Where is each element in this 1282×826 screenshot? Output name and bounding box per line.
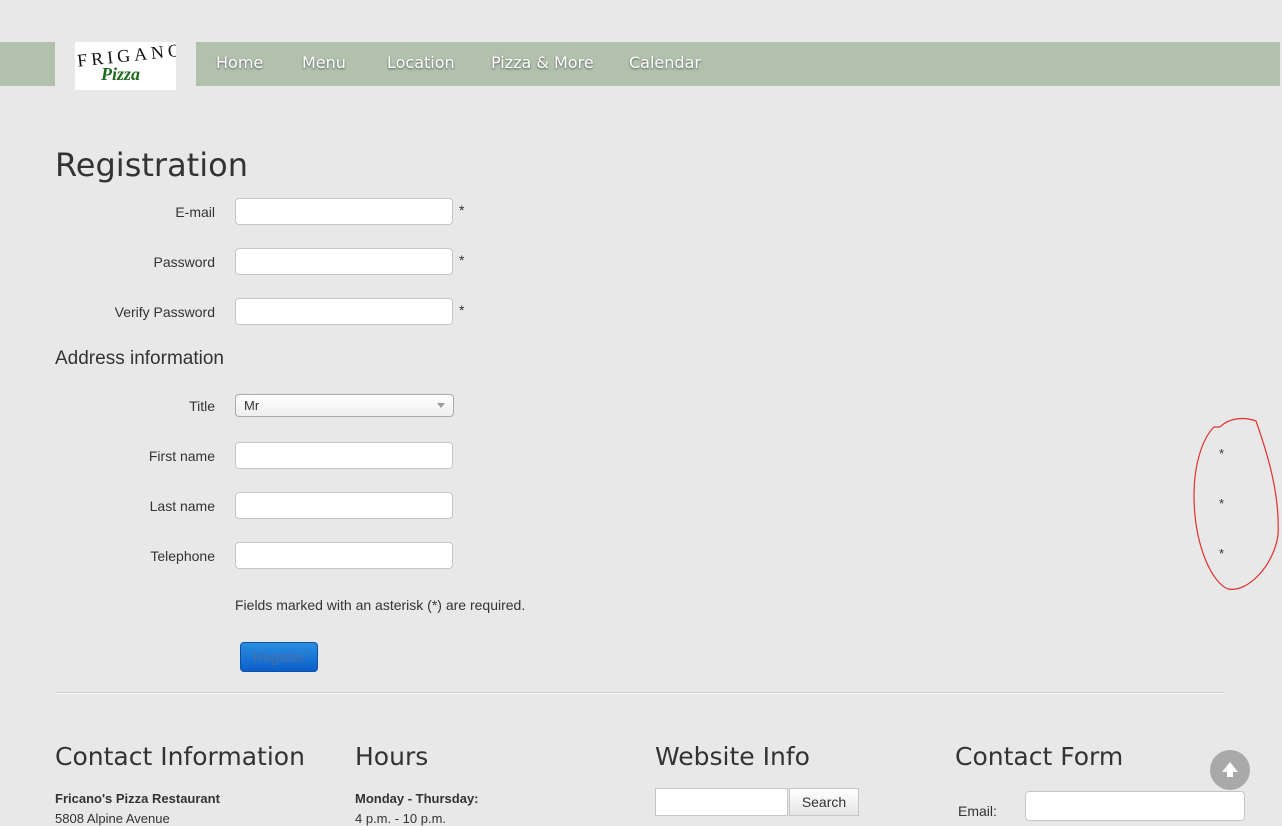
email-label: E-mail [175, 204, 215, 220]
telephone-input[interactable] [235, 542, 453, 569]
fricanos-logo[interactable]: FRIGANO'S Pizza [75, 42, 176, 90]
verify-password-input[interactable] [235, 298, 453, 325]
scroll-to-top-button[interactable] [1210, 750, 1250, 790]
red-annotation-loop [1193, 417, 1279, 590]
telephone-label: Telephone [150, 548, 215, 564]
first-name-label: First name [148, 448, 215, 464]
footer-hours-time: 4 p.m. - 10 p.m. [355, 811, 447, 826]
footer-search-input[interactable] [655, 788, 788, 816]
contact-form-email-label: Email: [958, 803, 997, 819]
required-fields-note: Fields marked with an asterisk (*) are r… [235, 597, 526, 613]
nav-home[interactable]: Home [216, 53, 263, 72]
chevron-down-icon [437, 403, 445, 408]
footer-divider [55, 692, 1225, 694]
title-select[interactable]: Mr [235, 394, 454, 417]
nav-location[interactable]: Location [387, 53, 455, 72]
page-title: Registration [55, 146, 248, 184]
footer-website-heading: Website Info [655, 742, 810, 771]
contact-form-email-input[interactable] [1025, 791, 1245, 821]
footer-hours-days: Monday - Thursday: [355, 791, 479, 806]
password-label: Password [153, 254, 215, 270]
email-required-mark: * [459, 202, 465, 218]
password-required-mark: * [459, 252, 465, 268]
last-name-input[interactable] [235, 492, 453, 519]
logo-text-bottom: Pizza [101, 64, 141, 84]
footer-restaurant-name: Fricano's Pizza Restaurant [55, 791, 220, 806]
footer-contact-heading: Contact Information [55, 742, 305, 771]
address-section-title: Address information [55, 348, 224, 369]
verify-password-required-mark: * [459, 302, 465, 318]
nav-calendar[interactable]: Calendar [629, 53, 701, 72]
nav-pizza-more[interactable]: Pizza & More [491, 53, 594, 72]
register-button[interactable]: Register [240, 642, 318, 672]
email-input[interactable] [235, 198, 453, 225]
title-label: Title [189, 398, 215, 414]
first-name-input[interactable] [235, 442, 453, 469]
verify-password-label: Verify Password [114, 304, 215, 320]
nav-menu[interactable]: Menu [302, 53, 346, 72]
footer-address: 5808 Alpine Avenue [55, 811, 170, 826]
arrow-up-stem [1227, 771, 1233, 777]
password-input[interactable] [235, 248, 453, 275]
footer-search-button[interactable]: Search [789, 788, 859, 816]
footer-contact-form-heading: Contact Form [955, 742, 1124, 771]
last-name-label: Last name [149, 498, 215, 514]
footer-hours-heading: Hours [355, 742, 429, 771]
title-select-value: Mr [244, 398, 260, 413]
